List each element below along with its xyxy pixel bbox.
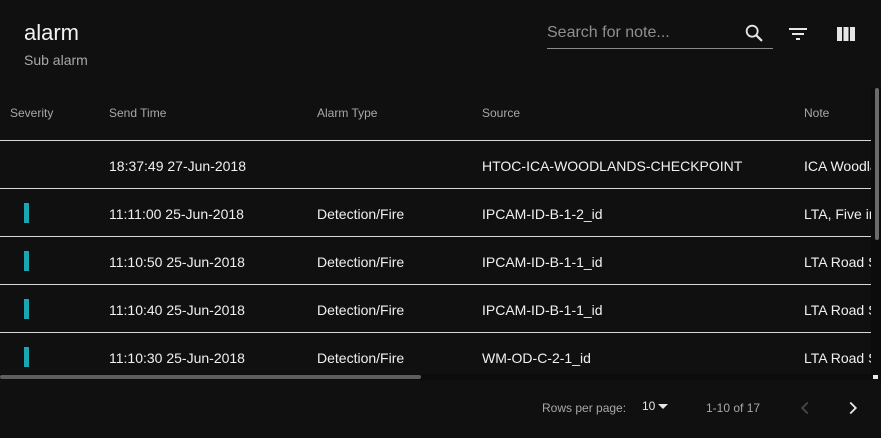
note-cell: LTA, Five in: [804, 206, 871, 222]
alarm-type-cell: Detection/Fire: [317, 350, 405, 366]
alarm-type-cell: Detection/Fire: [317, 302, 405, 318]
severity-indicator: [24, 203, 29, 223]
note-cell: LTA Road S: [804, 254, 871, 270]
source-cell: HTOC-ICA-WOODLANDS-CHECKPOINT: [482, 158, 743, 174]
table-row[interactable]: 11:10:50 25-Jun-2018 Detection/Fire IPCA…: [0, 237, 871, 285]
filter-list-icon[interactable]: [786, 22, 810, 46]
pagination-range: 1-10 of 17: [706, 401, 761, 415]
column-header-source[interactable]: Source: [482, 106, 520, 120]
send-time-cell: 18:37:49 27-Jun-2018: [109, 158, 246, 174]
send-time-cell: 11:10:30 25-Jun-2018: [109, 350, 245, 366]
source-cell: IPCAM-ID-B-1-1_id: [482, 302, 603, 318]
view-column-icon[interactable]: [834, 22, 858, 46]
rows-per-page-value: 10: [642, 399, 656, 413]
source-cell: WM-OD-C-2-1_id: [482, 350, 591, 366]
table-row[interactable]: 18:37:49 27-Jun-2018 HTOC-ICA-WOODLANDS-…: [0, 141, 871, 189]
search-icon[interactable]: [743, 22, 765, 44]
note-cell: ICA Woodla: [804, 158, 871, 174]
vertical-scrollbar-thumb[interactable]: [875, 88, 879, 240]
alarm-panel: alarm Sub alarm Severity Send Time Alarm…: [0, 0, 881, 438]
alarm-type-cell: Detection/Fire: [317, 254, 405, 270]
page-title: alarm: [24, 20, 80, 45]
scrollbar-corner: [873, 375, 878, 379]
severity-indicator: [24, 251, 29, 271]
column-header-note[interactable]: Note: [804, 106, 829, 120]
search-input[interactable]: [547, 20, 737, 46]
send-time-cell: 11:10:40 25-Jun-2018: [109, 302, 245, 318]
horizontal-scrollbar-thumb[interactable]: [0, 375, 421, 379]
note-cell: LTA Road S: [804, 350, 871, 366]
chevron-right-icon[interactable]: [842, 396, 864, 420]
table-row[interactable]: 11:10:40 25-Jun-2018 Detection/Fire IPCA…: [0, 285, 871, 333]
alarm-table: Severity Send Time Alarm Type Source Not…: [0, 88, 871, 374]
column-header-severity[interactable]: Severity: [10, 106, 53, 120]
note-cell: LTA Road S: [804, 302, 871, 318]
severity-indicator: [24, 299, 29, 319]
send-time-cell: 11:11:00 25-Jun-2018: [109, 206, 244, 222]
alarm-type-cell: Detection/Fire: [317, 206, 405, 222]
table-header: Severity Send Time Alarm Type Source Not…: [0, 88, 871, 141]
page-subtitle: Sub alarm: [24, 52, 88, 68]
severity-indicator: [24, 347, 29, 367]
send-time-cell: 11:10:50 25-Jun-2018: [109, 254, 245, 270]
table-row[interactable]: 11:11:00 25-Jun-2018 Detection/Fire IPCA…: [0, 189, 871, 237]
rows-per-page-select[interactable]: 10: [642, 399, 669, 417]
chevron-left-icon[interactable]: [794, 396, 816, 420]
caret-down-icon: [658, 404, 669, 410]
rows-per-page-label: Rows per page:: [542, 401, 627, 415]
source-cell: IPCAM-ID-B-1-2_id: [482, 206, 603, 222]
table-row[interactable]: 11:10:30 25-Jun-2018 Detection/Fire WM-O…: [0, 333, 871, 374]
column-header-send-time[interactable]: Send Time: [109, 106, 166, 120]
search-field[interactable]: [547, 20, 773, 49]
table-pagination: Rows per page: 10 1-10 of 17: [0, 380, 881, 438]
source-cell: IPCAM-ID-B-1-1_id: [482, 254, 603, 270]
column-header-alarm-type[interactable]: Alarm Type: [317, 106, 377, 120]
